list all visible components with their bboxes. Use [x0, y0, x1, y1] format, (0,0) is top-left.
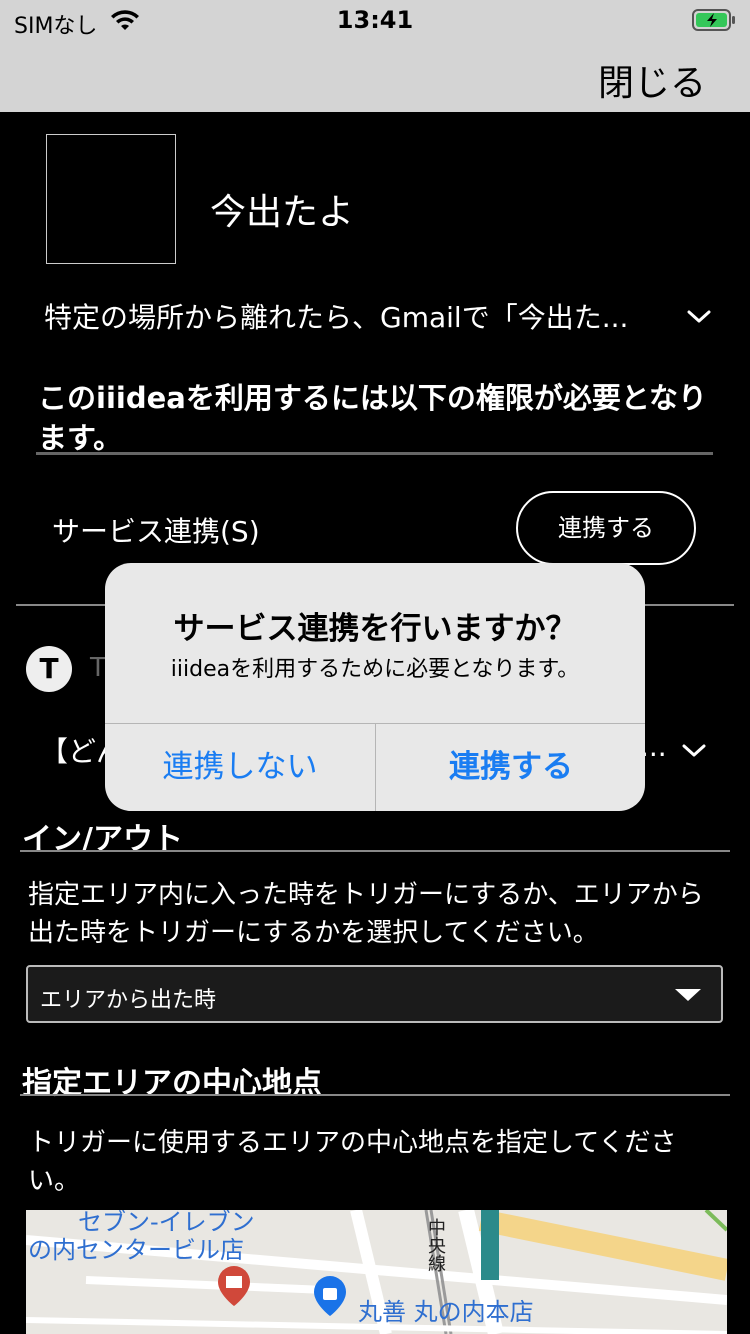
alert-message: iiideaを利用するために必要となります。 — [170, 657, 580, 682]
alert-title: サービス連携を行いますか？ — [173, 611, 577, 647]
confirm-button[interactable]: 連携する — [376, 723, 645, 811]
cancel-button[interactable]: 連携しない — [105, 723, 375, 811]
alert-dialog: サービス連携を行いますか？ iiideaを利用するために必要となります。 連携し… — [105, 563, 645, 811]
